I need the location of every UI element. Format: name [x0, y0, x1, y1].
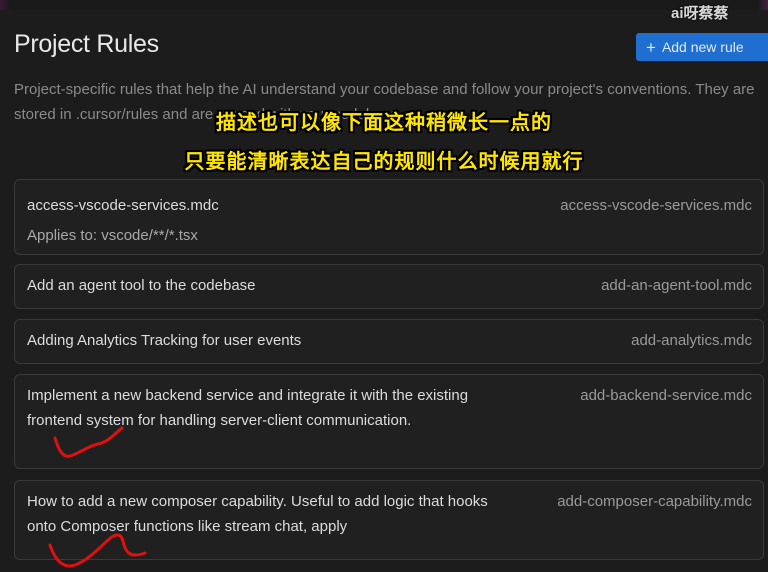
rule-card[interactable]: access-vscode-services.mdc access-vscode… — [14, 179, 764, 255]
rule-description: How to add a new composer capability. Us… — [27, 493, 488, 535]
rule-filename: add-backend-service.mdc — [580, 387, 752, 404]
add-new-rule-label: Add new rule — [661, 39, 744, 55]
add-new-rule-button[interactable]: + Add new rule — [636, 33, 768, 61]
caption-line-1: 描述也可以像下面这种稍微长一点的 — [216, 110, 552, 134]
rule-card[interactable]: How to add a new composer capability. Us… — [14, 480, 764, 560]
rule-filename: add-composer-capability.mdc — [557, 493, 752, 510]
rule-description: Adding Analytics Tracking for user event… — [27, 332, 302, 349]
rule-description: Add an agent tool to the codebase — [27, 277, 256, 294]
rule-filename: add-analytics.mdc — [631, 332, 752, 349]
rule-applies-to: Applies to: vscode/**/*.tsx — [27, 227, 198, 244]
app-window: Project Rules + Add new rule ai呀蔡蔡 Proje… — [0, 0, 768, 572]
page-title: Project Rules — [14, 30, 159, 58]
rule-description: access-vscode-services.mdc — [27, 197, 219, 214]
rule-filename: add-an-agent-tool.mdc — [601, 277, 752, 294]
rule-card[interactable]: Adding Analytics Tracking for user event… — [14, 319, 764, 364]
caption-line-2: 只要能清晰表达自己的规则什么时候用就行 — [184, 149, 584, 173]
rule-card[interactable]: Implement a new backend service and inte… — [14, 374, 764, 469]
rule-description: Implement a new backend service and inte… — [27, 387, 469, 429]
rule-filename: access-vscode-services.mdc — [560, 197, 752, 214]
plus-icon: + — [646, 37, 656, 57]
rule-card[interactable]: Add an agent tool to the codebase add-an… — [14, 264, 764, 309]
watermark: ai呀蔡蔡 — [671, 5, 729, 22]
